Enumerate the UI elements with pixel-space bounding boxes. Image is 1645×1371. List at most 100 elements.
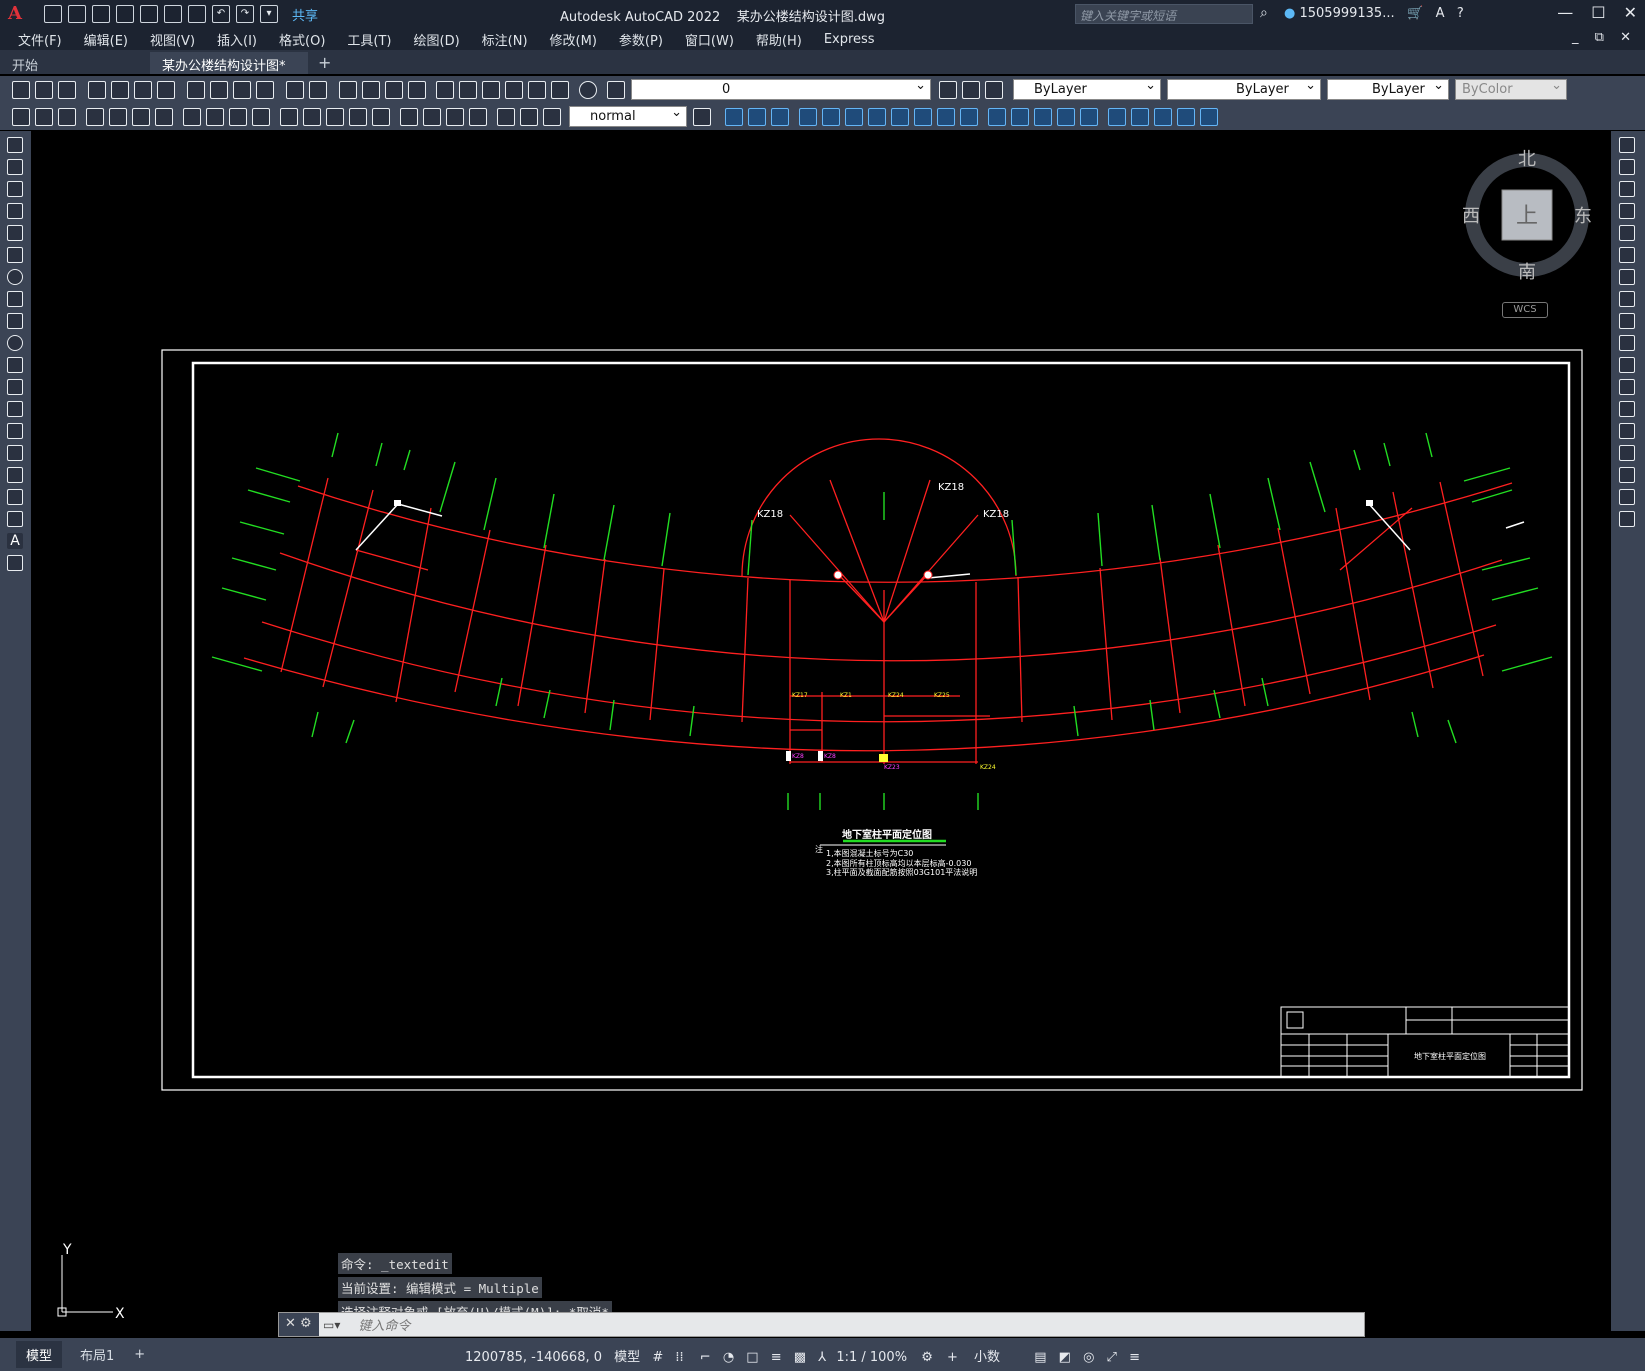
tab-model[interactable]: 模型 (16, 1341, 63, 1368)
plot-icon[interactable] (88, 80, 106, 99)
arc-length-icon[interactable] (132, 107, 150, 126)
break-at-point-icon[interactable] (1619, 379, 1635, 395)
tolerance-icon[interactable] (400, 107, 418, 126)
command-input[interactable]: 键入命令 (358, 1315, 410, 1334)
mtext-icon[interactable]: A (7, 533, 23, 549)
fullscreen-icon[interactable]: ⤢ (1107, 1350, 1117, 1365)
separate-icon[interactable] (1177, 107, 1195, 126)
extend-icon[interactable] (1619, 357, 1635, 373)
autodesk-icon[interactable]: A (1427, 6, 1445, 21)
properties-icon[interactable] (436, 80, 454, 99)
isolate-icon[interactable]: ◎ (1083, 1350, 1094, 1365)
close-button[interactable]: ✕ (1624, 3, 1637, 22)
match-properties-icon[interactable] (256, 80, 274, 99)
explode-icon[interactable] (1619, 511, 1635, 527)
space-toggle[interactable]: 模型 (614, 1350, 640, 1365)
stretch-icon[interactable] (1619, 313, 1635, 329)
grid-icon[interactable]: # (652, 1350, 663, 1365)
add-layout-button[interactable]: + (124, 1343, 155, 1366)
layer-tools-icon[interactable] (58, 107, 76, 126)
customize-dropdown-icon[interactable]: ▾ (260, 5, 278, 23)
menu-parametric[interactable]: 参数(P) (619, 30, 663, 49)
pan-icon[interactable] (339, 80, 357, 99)
layer-states-icon[interactable] (985, 80, 1003, 99)
zoom-previous-icon[interactable] (408, 80, 426, 99)
arc-icon[interactable] (7, 247, 23, 263)
radius-dim-icon[interactable] (183, 107, 201, 126)
tab-layout1[interactable]: 布局1 (70, 1341, 124, 1368)
erase-icon[interactable] (1619, 137, 1635, 153)
lineweight-dropdown[interactable]: ByLayer (1327, 78, 1449, 100)
union-icon[interactable] (988, 107, 1006, 126)
menu-file[interactable]: 文件(F) (18, 30, 62, 49)
publish-icon[interactable] (134, 80, 152, 99)
section-plane-icon[interactable] (1108, 107, 1126, 126)
hatch-icon[interactable] (7, 445, 23, 461)
menu-format[interactable]: 格式(O) (279, 30, 325, 49)
chamfer-icon[interactable] (1619, 445, 1635, 461)
copy-object-icon[interactable] (1619, 159, 1635, 175)
menu-modify[interactable]: 修改(M) (550, 30, 597, 49)
compass-south[interactable]: 南 (1518, 262, 1536, 283)
dim-text-edit-icon[interactable] (520, 107, 538, 126)
drawing-canvas[interactable]: KZ18 KZ18 KZ18 KZ17 KZ1 KZ24 KZ25 KZ23 K… (31, 131, 1611, 1331)
circle-icon[interactable] (7, 269, 23, 285)
menu-edit[interactable]: 编辑(E) (84, 30, 128, 49)
save-icon[interactable] (58, 80, 76, 99)
polar-icon[interactable]: ◔ (723, 1350, 734, 1365)
properties-icon[interactable]: ▤ (1034, 1350, 1046, 1365)
undo-icon[interactable] (286, 80, 304, 99)
text-style-dropdown[interactable]: normal (569, 105, 687, 127)
customize-icon[interactable]: ≡ (1129, 1350, 1140, 1365)
compass-east[interactable]: 东 (1574, 206, 1592, 227)
trim-icon[interactable] (1619, 335, 1635, 351)
document-window-controls[interactable]: _ ⧉ ✕ (1572, 30, 1637, 45)
menu-tools[interactable]: 工具(T) (347, 30, 391, 49)
tool-palettes-icon[interactable] (482, 80, 500, 99)
gradient-icon[interactable] (7, 467, 23, 483)
center-mark-icon[interactable] (423, 107, 441, 126)
save-icon[interactable] (92, 5, 110, 23)
fillet-icon[interactable] (1619, 467, 1635, 483)
sphere-icon[interactable] (799, 107, 817, 126)
array-icon[interactable] (1619, 225, 1635, 241)
linetype-dropdown[interactable]: ByLayer (1167, 78, 1321, 100)
zoom-realtime-icon[interactable] (362, 80, 380, 99)
dim-style-icon[interactable] (693, 107, 711, 126)
continue-dim-icon[interactable] (326, 107, 344, 126)
layer-dropdown[interactable]: 0 (631, 78, 931, 100)
cart-icon[interactable]: 🛒 (1399, 6, 1423, 21)
make-block-icon[interactable] (7, 401, 23, 417)
quick-dim-icon[interactable] (280, 107, 298, 126)
point-icon[interactable] (7, 423, 23, 439)
user-account[interactable]: ● 1505999135... 🛒 A ? (1284, 6, 1464, 21)
hardware-accel-icon[interactable]: ◩ (1059, 1350, 1071, 1365)
menu-view[interactable]: 视图(V) (150, 30, 195, 49)
copy-icon[interactable] (210, 80, 228, 99)
design-center-icon[interactable] (459, 80, 477, 99)
sheet-set-icon[interactable] (505, 80, 523, 99)
region-icon[interactable] (7, 489, 23, 505)
mirror-icon[interactable] (1619, 181, 1635, 197)
cut-icon[interactable] (187, 80, 205, 99)
linear-dim-icon[interactable] (86, 107, 104, 126)
undo-icon[interactable]: ↶ (212, 5, 230, 23)
rotate-icon[interactable] (1619, 269, 1635, 285)
polygon-icon[interactable] (7, 203, 23, 219)
wcs-menu[interactable]: WCS (1502, 302, 1548, 318)
help-icon[interactable] (579, 80, 597, 99)
pyramid-icon[interactable] (868, 107, 886, 126)
workspace-gear-icon[interactable]: ⚙ (921, 1350, 933, 1365)
command-prompt-icon[interactable]: ▭▾ (323, 1318, 340, 1332)
save-as-icon[interactable] (116, 5, 134, 23)
autocad-logo-icon[interactable]: A (8, 4, 28, 24)
plus-icon[interactable]: + (947, 1350, 958, 1365)
menu-insert[interactable]: 插入(I) (217, 30, 257, 49)
paste-icon[interactable] (233, 80, 251, 99)
help-icon[interactable]: ? (1449, 6, 1464, 21)
insert-block-icon[interactable] (7, 379, 23, 395)
new-icon[interactable] (44, 5, 62, 23)
offset-icon[interactable] (1619, 203, 1635, 219)
table-icon[interactable] (7, 511, 23, 527)
units-dropdown[interactable]: 小数 (974, 1350, 1000, 1365)
